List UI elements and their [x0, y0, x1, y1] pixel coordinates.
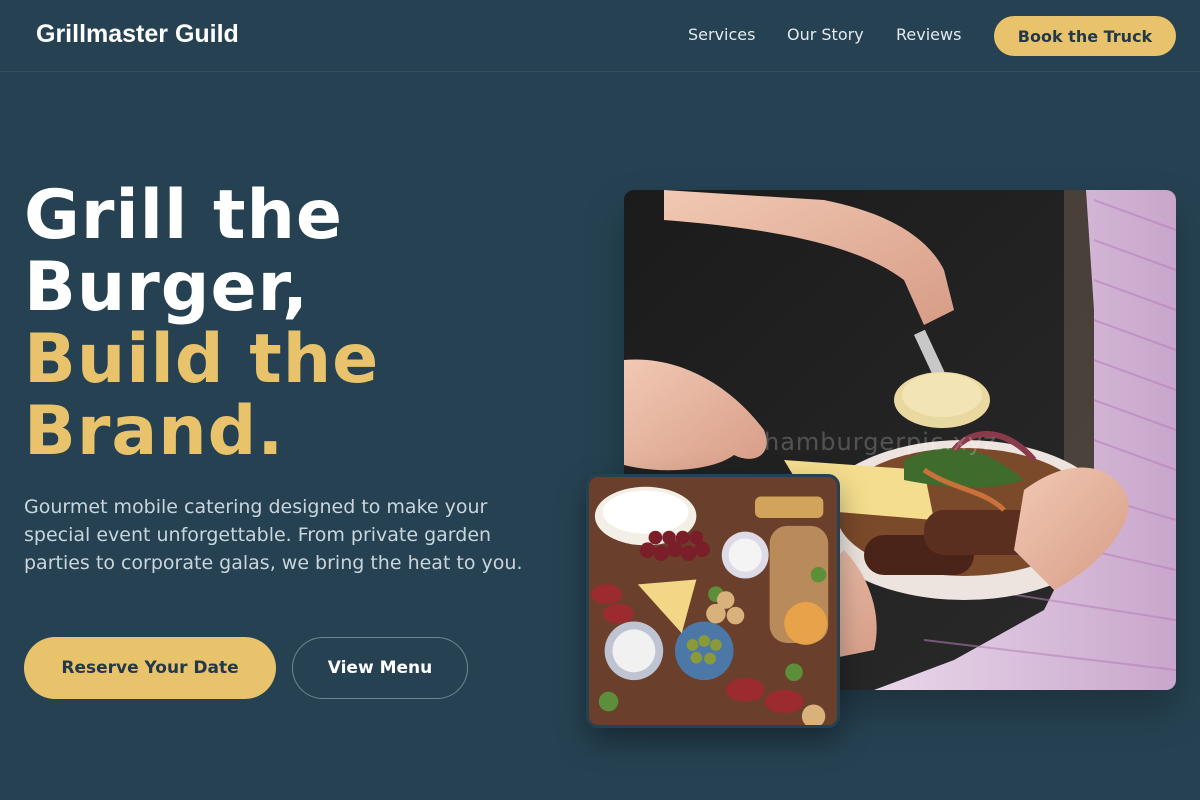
nav-services[interactable]: Services [688, 25, 755, 44]
charcuterie-board-illustration [589, 477, 837, 725]
nav-reviews[interactable]: Reviews [896, 25, 961, 44]
headline-line-2: Burger, [24, 248, 309, 327]
hero-headline: Grill the Burger, Build the Brand. [24, 180, 584, 468]
brand-logo[interactable]: Grillmaster Guild [36, 20, 239, 49]
site-header: Grillmaster Guild Services Our Story Rev… [0, 0, 1200, 72]
view-menu-button[interactable]: View Menu [292, 637, 468, 699]
reserve-date-button[interactable]: Reserve Your Date [24, 637, 276, 699]
hero-secondary-photo [586, 474, 840, 728]
headline-line-3: Build the [24, 320, 380, 399]
hero-description: Gourmet mobile catering designed to make… [24, 496, 523, 574]
page: Grillmaster Guild Services Our Story Rev… [0, 0, 1200, 800]
headline-line-1: Grill the [24, 176, 343, 255]
book-truck-button[interactable]: Book the Truck [994, 16, 1176, 56]
headline-line-4: Brand. [24, 392, 285, 471]
nav-our-story[interactable]: Our Story [787, 25, 864, 44]
